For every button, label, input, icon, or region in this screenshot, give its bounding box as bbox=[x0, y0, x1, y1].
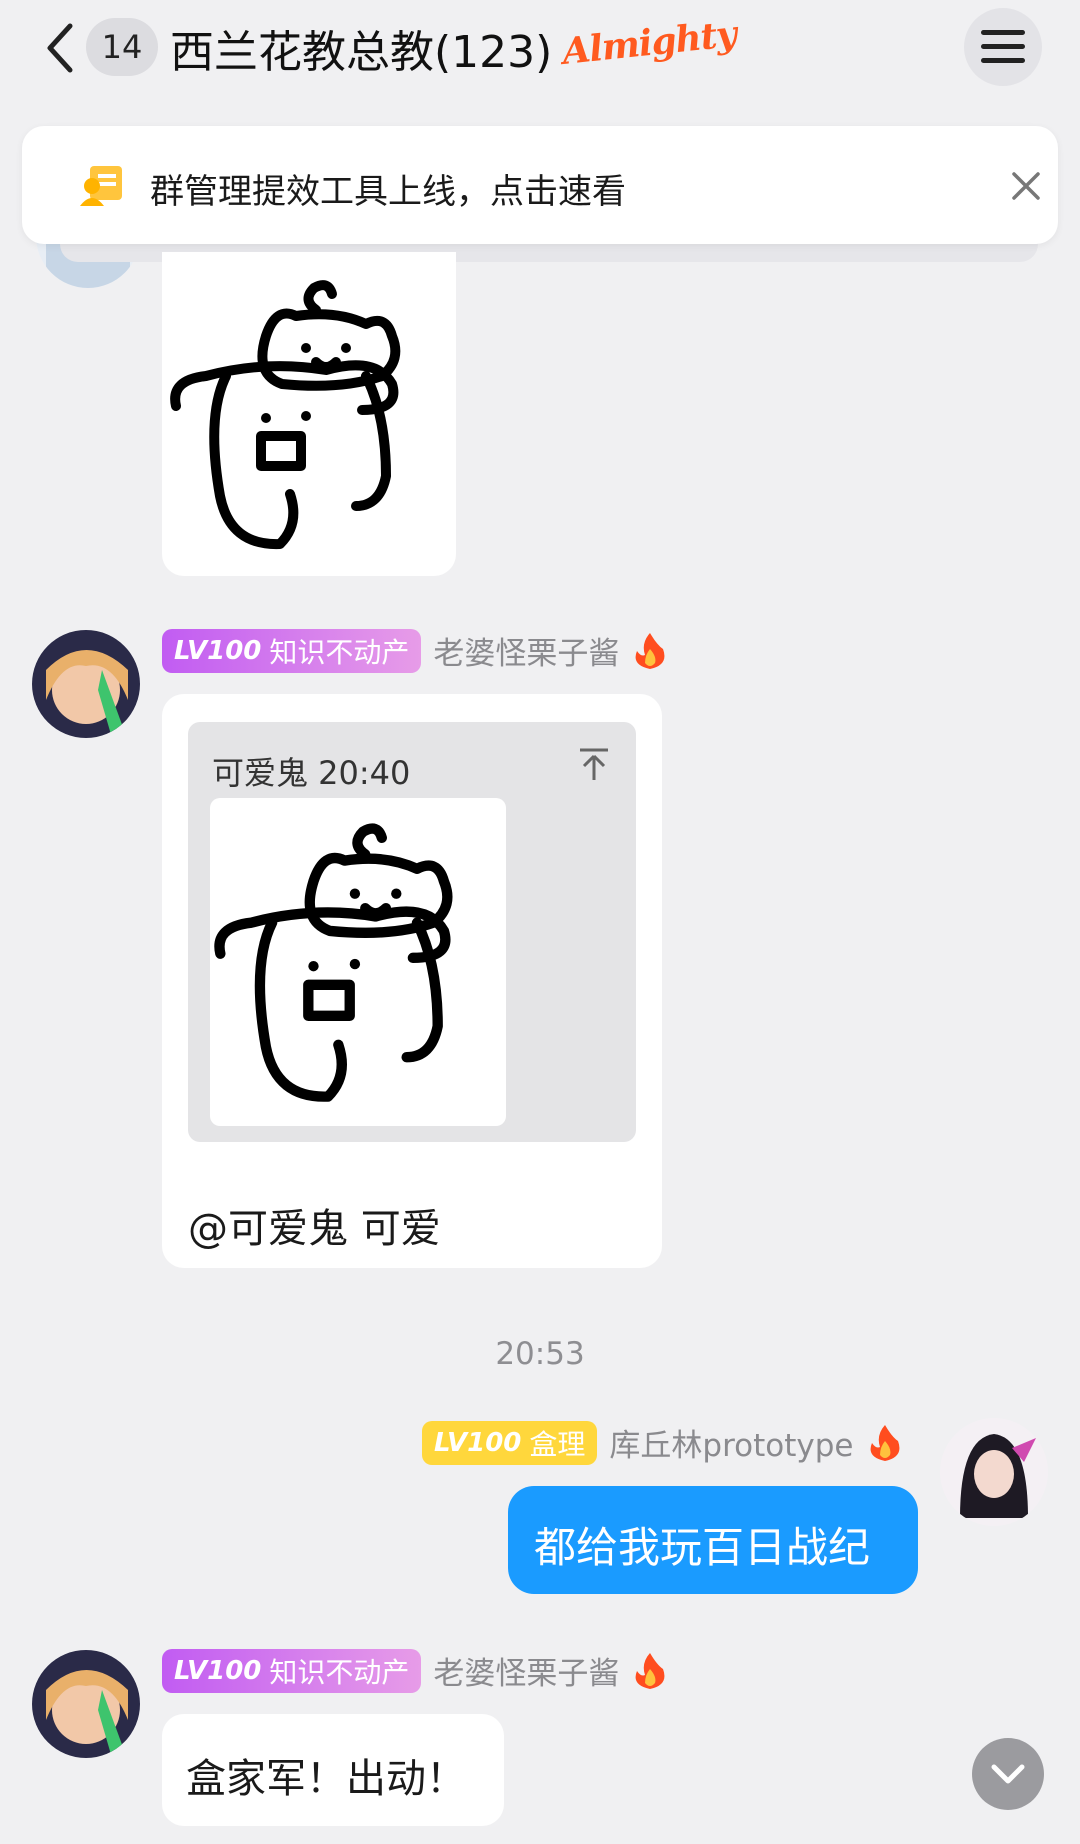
chat-header: 14 西兰花教总教(123) Almighty bbox=[0, 0, 1080, 100]
quoted-sticker-thumb[interactable] bbox=[210, 798, 506, 1126]
avatar-self[interactable] bbox=[940, 1418, 1048, 1526]
back-chevron-icon bbox=[47, 23, 73, 73]
fire-icon bbox=[635, 1652, 665, 1689]
cat-sticker-image bbox=[214, 823, 453, 1102]
sender-row-1: LV100 知识不动产 老婆怪栗子酱 bbox=[162, 628, 667, 673]
sender-row-3: LV100 知识不动产 老婆怪栗子酱 bbox=[162, 1648, 667, 1693]
quoted-message[interactable]: 可爱鬼 20:40 bbox=[188, 722, 636, 1142]
level-badge: LV100 盒理 bbox=[422, 1420, 598, 1465]
message-text: 都给我玩百日战纪 bbox=[534, 1523, 871, 1572]
level-text: LV100 bbox=[174, 1655, 262, 1686]
sender-name[interactable]: 库丘林prototype bbox=[609, 1420, 853, 1465]
sticker-message[interactable] bbox=[162, 252, 456, 576]
notice-banner[interactable]: 群管理提效工具上线，点击速看 bbox=[22, 126, 1058, 244]
self-message-bubble[interactable]: 都给我玩百日战纪 bbox=[508, 1486, 918, 1594]
sender-row-2: LV100 盒理 库丘林prototype bbox=[422, 1420, 902, 1465]
sender-name[interactable]: 老婆怪栗子酱 bbox=[433, 1648, 619, 1693]
title-badge-text: 盒理 bbox=[529, 1427, 586, 1461]
quoted-meta: 可爱鬼 20:40 bbox=[212, 754, 411, 792]
notice-doc-icon bbox=[80, 166, 122, 206]
level-text: LV100 bbox=[174, 635, 262, 666]
message-text: @可爱鬼 可爱 bbox=[188, 1206, 441, 1252]
level-text: LV100 bbox=[434, 1427, 522, 1458]
message-bubble[interactable]: 盒家军！出动！ bbox=[162, 1714, 504, 1826]
unread-count-badge[interactable]: 14 bbox=[86, 18, 158, 76]
quote-message-bubble[interactable]: 可爱鬼 20:40 @可爱鬼 可爱 bbox=[162, 694, 662, 1268]
chat-title[interactable]: 西兰花教总教(123) bbox=[170, 16, 552, 80]
group-title-badge: Almighty bbox=[560, 13, 738, 73]
notice-text: 群管理提效工具上线，点击速看 bbox=[150, 172, 626, 212]
fire-icon bbox=[870, 1424, 899, 1461]
message-text: 盒家军！出动！ bbox=[186, 1756, 466, 1802]
close-icon[interactable] bbox=[1004, 164, 1048, 208]
title-badge-text: 知识不动产 bbox=[269, 1655, 410, 1689]
cat-sticker-image bbox=[170, 280, 401, 550]
pin-top-icon[interactable] bbox=[576, 746, 612, 782]
time-divider: 20:53 bbox=[495, 1336, 585, 1372]
avatar-laopo[interactable] bbox=[32, 1650, 140, 1758]
level-badge: LV100 知识不动产 bbox=[162, 1648, 422, 1693]
avatar-laopo[interactable] bbox=[32, 630, 140, 738]
back-button[interactable] bbox=[30, 18, 90, 78]
chevron-down-icon bbox=[991, 1764, 1025, 1784]
chat-screen: 14 西兰花教总教(123) Almighty 群管理提效工具上线，点击速看 L… bbox=[0, 0, 1080, 1844]
scroll-to-bottom-button[interactable] bbox=[972, 1738, 1044, 1810]
fire-icon bbox=[635, 632, 665, 669]
menu-button[interactable] bbox=[964, 8, 1042, 86]
level-badge: LV100 知识不动产 bbox=[162, 628, 422, 673]
sender-name[interactable]: 老婆怪栗子酱 bbox=[433, 628, 619, 673]
menu-icon bbox=[981, 30, 1025, 63]
title-badge-text: 知识不动产 bbox=[269, 635, 410, 669]
